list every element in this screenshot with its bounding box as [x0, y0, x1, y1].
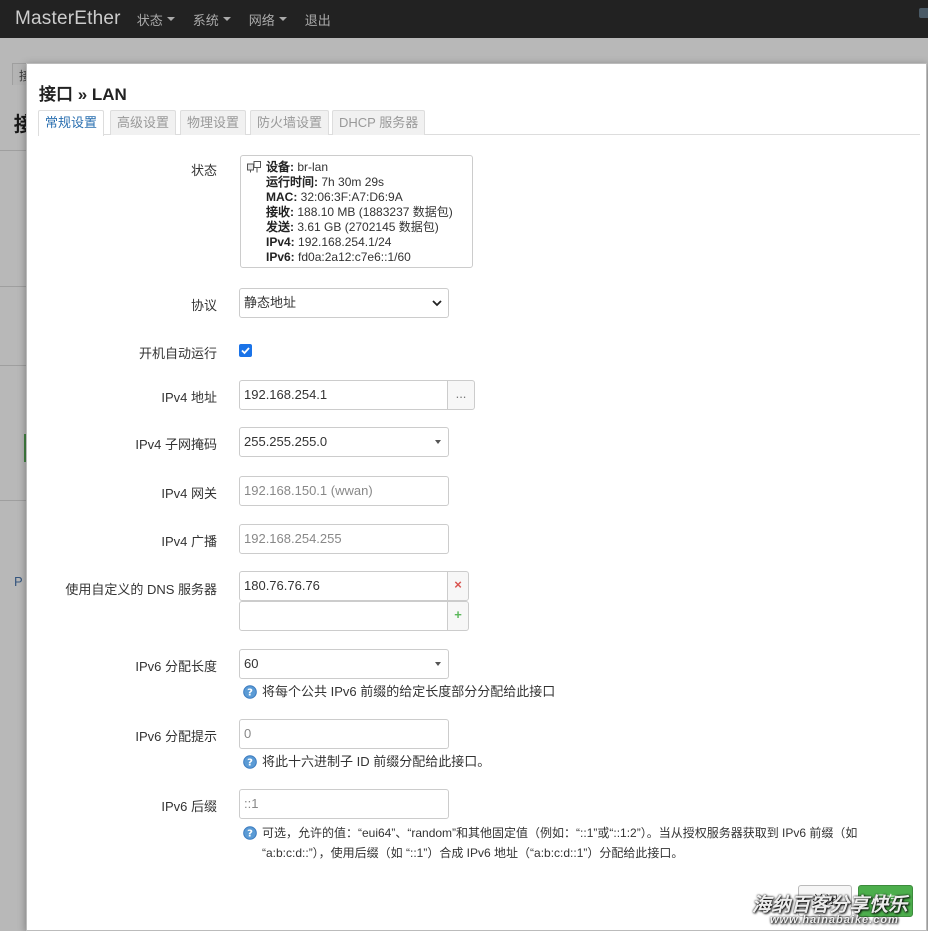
caret-down-icon	[278, 17, 287, 21]
ipv4-broadcast-label: IPv4 广播	[161, 534, 217, 549]
ipv4-gateway-label: IPv4 网关	[161, 486, 217, 501]
protocol-label: 协议	[190, 298, 217, 313]
network-interface-icon	[247, 161, 261, 173]
status-line-tx: 发送: 3.61 GB (2702145 数据包)	[266, 220, 439, 234]
status-line-uptime: 运行时间: 7h 30m 29s	[266, 175, 385, 189]
caret-down-icon	[222, 17, 231, 21]
ipv6-assign-hint-label: IPv6 分配提示	[135, 729, 217, 744]
caret-down-icon	[435, 440, 441, 444]
svg-text:?: ?	[247, 688, 253, 699]
status-line-ipv6: IPv6: fd0a:2a12:c7e6::1/60	[266, 250, 411, 264]
dialog-title: 接口 » LAN	[39, 85, 127, 104]
status-panel: 设备: br-lan 运行时间: 7h 30m 29s MAC: 32:06:3…	[240, 155, 473, 268]
protocol-value: 静态地址	[244, 295, 297, 310]
ipv4-broadcast-input[interactable]: 192.168.254.255	[239, 524, 449, 554]
tab-firewall[interactable]: 防火墙设置	[250, 110, 330, 135]
tab-general[interactable]: 常规设置	[38, 110, 105, 136]
tab-bar: 常规设置 高级设置 物理设置 防火墙设置 DHCP 服务器	[38, 110, 920, 136]
menu-status[interactable]: 状态	[137, 10, 175, 29]
help-text-line-1: 可选，允许的值：“eui64”、“random”和其他固定值（例如：“::1”或…	[262, 826, 858, 840]
ipv4-gateway-input[interactable]: 192.168.150.1 (wwan)	[239, 476, 449, 506]
autostart-checkbox[interactable]	[239, 344, 252, 357]
check-icon	[241, 347, 250, 355]
ipv6-assign-length-select[interactable]: 60	[239, 649, 449, 679]
logout-link[interactable]: 退出	[305, 10, 331, 29]
tab-physical[interactable]: 物理设置	[180, 110, 247, 135]
menu-system-label: 系统	[192, 12, 219, 28]
autostart-label: 开机自动运行	[138, 346, 217, 361]
interface-edit-dialog: 接口 » LAN 常规设置 高级设置 物理设置 防火墙设置 DHCP 服务器 状…	[26, 63, 927, 931]
svg-text:?: ?	[247, 758, 253, 769]
menu-system[interactable]: 系统	[193, 10, 231, 29]
help-text: 将每个公共 IPv6 前缀的给定长度部分分配给此接口	[262, 684, 556, 699]
dns-servers-label: 使用自定义的 DNS 服务器	[65, 582, 217, 597]
menu-network[interactable]: 网络	[249, 10, 287, 29]
help-icon: ?	[243, 826, 257, 840]
watermark-line-2: www.hainabaike.com	[770, 914, 899, 926]
status-line-ipv4: IPv4: 192.168.254.1/24	[266, 235, 392, 249]
ipv4-netmask-select[interactable]: 255.255.255.0	[239, 427, 449, 457]
watermark: 海纳百客分享快乐 www.hainabaike.com	[750, 888, 928, 931]
status-details: 设备: br-lan 运行时间: 7h 30m 29s MAC: 32:06:3…	[266, 160, 453, 265]
ipv4-netmask-value: 255.255.255.0	[244, 434, 328, 449]
chevron-down-icon	[432, 300, 442, 307]
help-text: 将此十六进制子 ID 前缀分配给此接口。	[262, 754, 491, 769]
help-text-line-2: “a:b:c:d::”），使用后缀（如 “::1”）合成 IPv6 地址（“a:…	[262, 846, 684, 860]
protocol-select[interactable]: 静态地址	[239, 288, 449, 318]
ipv6-assign-hint-input[interactable]: 0	[239, 719, 449, 749]
brand-logo[interactable]: MasterEther	[15, 8, 121, 30]
ipv4-address-label: IPv4 地址	[161, 390, 217, 405]
menu-network-label: 网络	[248, 12, 275, 28]
ipv6-assign-length-value: 60	[244, 656, 259, 671]
watermark-line-1: 海纳百客分享快乐	[752, 895, 909, 916]
ipv6-suffix-label: IPv6 后缀	[161, 799, 217, 814]
svg-text:?: ?	[247, 829, 253, 840]
ipv4-address-input[interactable]: 192.168.254.1	[239, 380, 448, 410]
ipv4-netmask-label: IPv4 子网掩码	[135, 437, 217, 452]
caret-down-icon	[166, 17, 175, 21]
status-line-mac: MAC: 32:06:3F:A7:D6:9A	[266, 190, 403, 204]
help-icon: ?	[243, 685, 257, 699]
dns-server-new-input[interactable]	[239, 601, 448, 631]
menu-status-label: 状态	[136, 12, 163, 28]
ipv6-assign-length-label: IPv6 分配长度	[135, 659, 217, 674]
top-navbar: MasterEther 状态 系统 网络 退出	[0, 0, 928, 38]
status-line-rx: 接收: 188.10 MB (1883237 数据包)	[266, 205, 453, 219]
caret-down-icon	[435, 662, 441, 666]
help-icon: ?	[243, 755, 257, 769]
dns-remove-button[interactable]: ×	[447, 571, 469, 601]
ipv6-suffix-input[interactable]: ::1	[239, 789, 449, 819]
tab-dhcp[interactable]: DHCP 服务器	[332, 110, 426, 135]
navbar-indicator	[919, 8, 928, 18]
status-label: 状态	[190, 163, 217, 178]
status-line-device: 设备: br-lan	[266, 160, 329, 174]
tab-advanced[interactable]: 高级设置	[110, 110, 177, 135]
dns-server-input[interactable]: 180.76.76.76	[239, 571, 448, 601]
ipv4-address-more-button[interactable]: ...	[447, 380, 475, 410]
dns-add-button[interactable]: +	[447, 601, 469, 631]
